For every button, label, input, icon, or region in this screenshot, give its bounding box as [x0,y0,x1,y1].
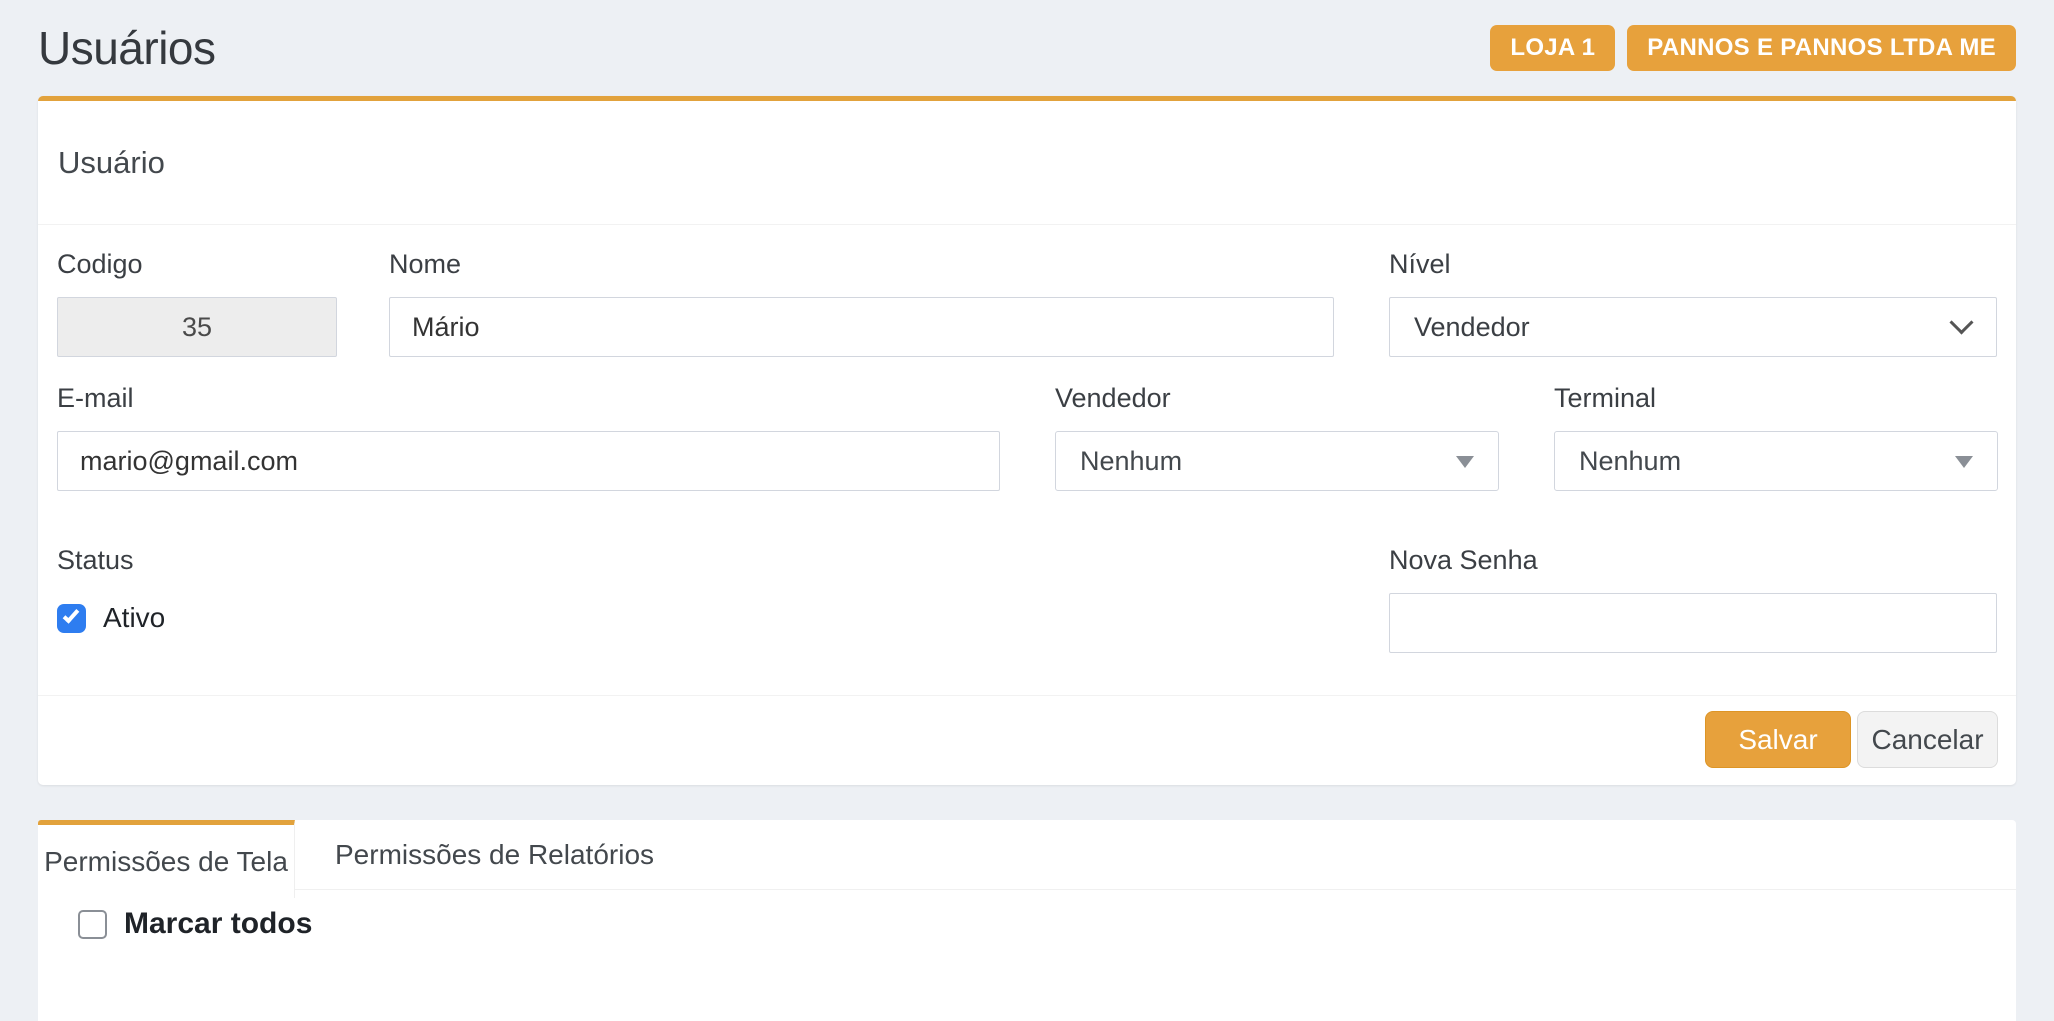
select-all-checkbox[interactable] [78,910,107,939]
vendedor-label: Vendedor [1055,383,1499,414]
field-nova-senha: Nova Senha [1389,545,1997,653]
field-email: E-mail [57,383,1000,491]
status-ativo-checkbox-row[interactable]: Ativo [57,602,657,634]
email-input[interactable] [57,431,1000,491]
tab-content-permissoes-de-tela: Marcar todos [38,890,2016,1021]
users-page: Usuários LOJA 1 PANNOS E PANNOS LTDA ME … [0,0,2054,1021]
chevron-down-icon [1949,310,1973,334]
vendedor-select[interactable]: Nenhum [1055,431,1499,491]
save-button[interactable]: Salvar [1705,711,1851,768]
vendedor-selected-value: Nenhum [1080,446,1182,477]
page-title: Usuários [38,21,216,75]
field-vendedor: Vendedor Nenhum [1055,383,1499,491]
field-status: Status Ativo [57,545,657,634]
nome-input[interactable] [389,297,1334,357]
nivel-selected-value: Vendedor [1414,312,1530,343]
nome-label: Nome [389,249,1334,280]
field-nivel: Nível Vendedor [1389,249,1997,357]
terminal-select[interactable]: Nenhum [1554,431,1998,491]
store-badge-company[interactable]: PANNOS E PANNOS LTDA ME [1627,25,2016,71]
store-badges: LOJA 1 PANNOS E PANNOS LTDA ME [1490,25,2016,71]
nova-senha-label: Nova Senha [1389,545,1997,576]
tab-label: Permissões de Relatórios [335,839,654,871]
caret-down-icon [1955,456,1973,468]
codigo-input [57,297,337,357]
terminal-label: Terminal [1554,383,1998,414]
footer-divider [38,695,2016,696]
tab-permissoes-de-tela[interactable]: Permissões de Tela [38,820,295,898]
status-checkbox-label: Ativo [103,602,165,634]
tab-label: Permissões de Tela [44,846,288,878]
user-form-card: Usuário Codigo Nome Nível Vendedor E-mai… [38,96,2016,785]
nivel-label: Nível [1389,249,1997,280]
nova-senha-input[interactable] [1389,593,1997,653]
card-title: Usuário [58,145,165,181]
store-badge-loja[interactable]: LOJA 1 [1490,25,1615,71]
field-codigo: Codigo [57,249,337,357]
cancel-button[interactable]: Cancelar [1857,711,1998,768]
card-header: Usuário [38,101,2016,225]
status-label: Status [57,545,657,576]
status-checkbox[interactable] [57,604,86,633]
nivel-select[interactable]: Vendedor [1389,297,1997,357]
tab-permissoes-de-relatorios[interactable]: Permissões de Relatórios [295,820,694,890]
page-header: Usuários LOJA 1 PANNOS E PANNOS LTDA ME [38,0,2016,96]
codigo-label: Codigo [57,249,337,280]
tabs-header: Permissões de Relatórios [38,820,2016,890]
email-label: E-mail [57,383,1000,414]
terminal-selected-value: Nenhum [1579,446,1681,477]
permissions-tabs: Permissões de Tela Permissões de Relatór… [38,820,2016,1021]
field-terminal: Terminal Nenhum [1554,383,1998,491]
field-nome: Nome [389,249,1334,357]
check-icon [63,606,80,623]
caret-down-icon [1456,456,1474,468]
